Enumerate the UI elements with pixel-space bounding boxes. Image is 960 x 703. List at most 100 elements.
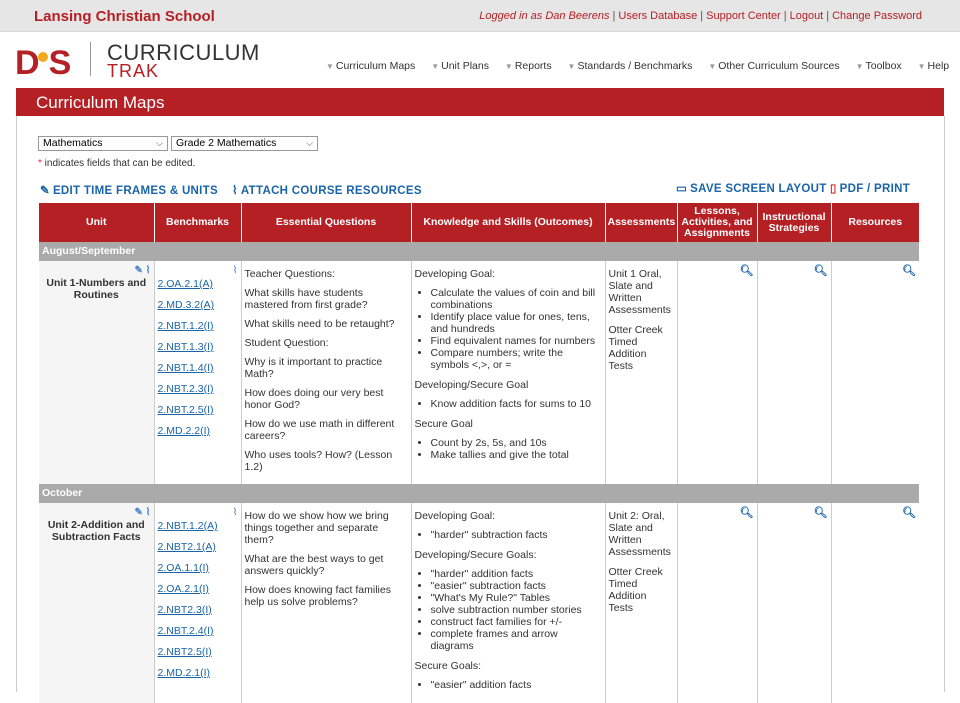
editable-note: * indicates fields that can be edited. — [38, 158, 196, 169]
strategies-cell[interactable]: 🔍︎ — [756, 503, 831, 703]
essential-questions-cell[interactable]: How do we show how we bring things toget… — [240, 503, 411, 703]
paperclip-icon[interactable]: ⌇ — [158, 265, 238, 276]
assessment-text: Otter Creek Timed Addition Tests — [608, 324, 663, 372]
search-icon[interactable]: 🔍︎ — [761, 265, 828, 277]
nav-reports[interactable]: ▼ Reports — [505, 60, 552, 72]
attach-resources-button[interactable]: ⌇ ATTACH COURSE RESOURCES — [232, 183, 422, 197]
unit-name[interactable]: Unit 1-Numbers and Routines — [42, 277, 151, 301]
benchmark-link[interactable]: 2.NBT.1.2(A) — [158, 520, 238, 532]
pdf-print-button[interactable]: ▯ PDF / PRINT — [830, 181, 910, 195]
skill-item: "harder" addition facts — [431, 568, 602, 580]
knowledge-skills-cell[interactable]: Developing Goal: Calculate the values of … — [410, 261, 605, 484]
benchmark-link[interactable]: 2.MD.2.1(I) — [158, 667, 238, 679]
skill-item: construct fact families for +/- — [431, 616, 602, 628]
lessons-cell[interactable]: 🔍︎ — [676, 261, 757, 484]
benchmark-link[interactable]: 2.MD.3.2(A) — [158, 299, 238, 311]
paperclip-icon: ⌇ — [232, 185, 238, 197]
assessments-cell[interactable]: Unit 2: Oral, Slate and Written Assessme… — [604, 503, 677, 703]
search-icon[interactable]: 🔍︎ — [835, 507, 916, 519]
benchmark-link[interactable]: 2.OA.1.1(I) — [158, 562, 238, 574]
support-center-link[interactable]: Support Center — [706, 10, 781, 22]
subject-select[interactable]: Mathematics ⌵ — [38, 136, 168, 151]
question-text: How do we show how we bring things toget… — [244, 510, 389, 546]
col-lessons: Lessons, Activities, and Assignments — [676, 203, 757, 242]
save-layout-button[interactable]: ▭ SAVE SCREEN LAYOUT — [676, 181, 827, 195]
benchmark-link[interactable]: 2.OA.2.1(I) — [158, 583, 238, 595]
logo-mark: DS — [15, 44, 71, 82]
table-header: Unit Benchmarks Essential Questions Know… — [39, 203, 919, 242]
question-text: What skills need to be retaught? — [244, 318, 395, 330]
goal-heading: Secure Goal — [414, 418, 473, 430]
knowledge-skills-cell[interactable]: Developing Goal: "harder" subtraction fac… — [410, 503, 605, 703]
search-icon[interactable]: 🔍︎ — [681, 265, 754, 277]
skill-item: Make tallies and give the total — [431, 449, 602, 461]
nav-help[interactable]: ▼ Help — [918, 60, 950, 72]
col-knowledge-skills: Knowledge and Skills (Outcomes) — [410, 203, 605, 242]
search-icon[interactable]: 🔍︎ — [761, 507, 828, 519]
benchmark-link[interactable]: 2.NBT2.5(I) — [158, 646, 238, 658]
school-name: Lansing Christian School — [34, 8, 215, 25]
logo[interactable]: DS CURRICULUM TRAK — [15, 40, 265, 82]
benchmark-link[interactable]: 2.MD.2.2(I) — [158, 425, 238, 437]
benchmark-link[interactable]: 2.NBT.2.5(I) — [158, 404, 238, 416]
timeframe-row: October — [39, 484, 919, 503]
essential-questions-cell[interactable]: Teacher Questions: What skills have stude… — [240, 261, 411, 484]
assessment-text: Otter Creek Timed Addition Tests — [608, 566, 663, 614]
nav-curriculum-maps[interactable]: ▼ Curriculum Maps — [326, 60, 415, 72]
benchmark-link[interactable]: 2.NBT.1.3(I) — [158, 341, 238, 353]
skill-item: Identify place value for ones, tens, and… — [431, 311, 602, 335]
benchmark-link[interactable]: 2.OA.2.1(A) — [158, 278, 238, 290]
benchmark-link[interactable]: 2.NBT2.3(I) — [158, 604, 238, 616]
pencil-icon: ✎ — [40, 185, 50, 197]
assessments-cell[interactable]: Unit 1 Oral, Slate and Written Assessmen… — [604, 261, 677, 484]
search-icon[interactable]: 🔍︎ — [681, 507, 754, 519]
paperclip-icon[interactable]: ⌇ — [146, 507, 151, 518]
logout-link[interactable]: Logout — [790, 10, 824, 22]
benchmark-link[interactable]: 2.NBT.1.4(I) — [158, 362, 238, 374]
skill-item: "easier" addition facts — [431, 679, 602, 691]
unit-name[interactable]: Unit 2-Addition and Subtraction Facts — [42, 519, 151, 543]
benchmark-link[interactable]: 2.NBT.2.3(I) — [158, 383, 238, 395]
paperclip-icon[interactable]: ⌇ — [146, 265, 151, 276]
pencil-icon[interactable]: ✎ — [134, 507, 142, 518]
col-essential-questions: Essential Questions — [240, 203, 411, 242]
table-row: ✎ ⌇ Unit 2-Addition and Subtraction Facts… — [39, 503, 919, 703]
col-benchmarks: Benchmarks — [153, 203, 241, 242]
question-text: Teacher Questions: — [244, 268, 335, 280]
benchmark-link[interactable]: 2.NBT.2.4(I) — [158, 625, 238, 637]
nav-other-sources[interactable]: ▼ Other Curriculum Sources — [708, 60, 839, 72]
benchmark-link[interactable]: 2.NBT2.1(A) — [158, 541, 238, 553]
search-icon[interactable]: 🔍︎ — [835, 265, 916, 277]
change-password-link[interactable]: Change Password — [832, 10, 922, 22]
course-select[interactable]: Grade 2 Mathematics ⌵ — [171, 136, 318, 151]
users-database-link[interactable]: Users Database — [618, 10, 697, 22]
page-title-bar: Curriculum Maps — [16, 88, 944, 116]
col-strategies: Instructional Strategies — [756, 203, 831, 242]
edit-time-frames-button[interactable]: ✎ EDIT TIME FRAMES & UNITS — [40, 183, 218, 197]
timeframe-label: August/September — [39, 242, 919, 261]
table-row: ✎ ⌇ Unit 1-Numbers and Routines ⌇ 2.OA.2.1(… — [39, 261, 919, 484]
resources-cell[interactable]: 🔍︎ — [830, 503, 919, 703]
strategies-cell[interactable]: 🔍︎ — [756, 261, 831, 484]
benchmarks-cell: ⌇ 2.NBT.1.2(A) 2.NBT2.1(A) 2.OA.1.1(I) 2.OA.… — [153, 503, 241, 703]
skill-item: "easier" subtraction facts — [431, 580, 602, 592]
benchmark-link[interactable]: 2.NBT.1.2(I) — [158, 320, 238, 332]
chevron-down-icon: ⌵ — [306, 138, 313, 148]
logo-word-trak: TRAK — [107, 61, 160, 81]
timeframe-row: August/September — [39, 242, 919, 261]
triangle-down-icon: ▼ — [326, 62, 334, 71]
paperclip-icon[interactable]: ⌇ — [158, 507, 238, 518]
pdf-icon: ▯ — [830, 183, 837, 195]
top-bar: Lansing Christian School Logged in as Da… — [0, 0, 960, 32]
assessment-text: Unit 2: Oral, Slate and Written Assessme… — [608, 510, 671, 558]
nav-toolbox[interactable]: ▼ Toolbox — [856, 60, 902, 72]
question-text: Who uses tools? How? (Lesson 1.2) — [244, 449, 393, 473]
pencil-icon[interactable]: ✎ — [134, 265, 142, 276]
nav-unit-plans[interactable]: ▼ Unit Plans — [431, 60, 489, 72]
curriculum-map-table: Unit Benchmarks Essential Questions Know… — [39, 203, 919, 703]
question-text: What skills have students mastered from … — [244, 287, 368, 311]
nav-standards[interactable]: ▼ Standards / Benchmarks — [568, 60, 693, 72]
col-unit: Unit — [39, 203, 154, 242]
lessons-cell[interactable]: 🔍︎ — [676, 503, 757, 703]
resources-cell[interactable]: 🔍︎ — [830, 261, 919, 484]
